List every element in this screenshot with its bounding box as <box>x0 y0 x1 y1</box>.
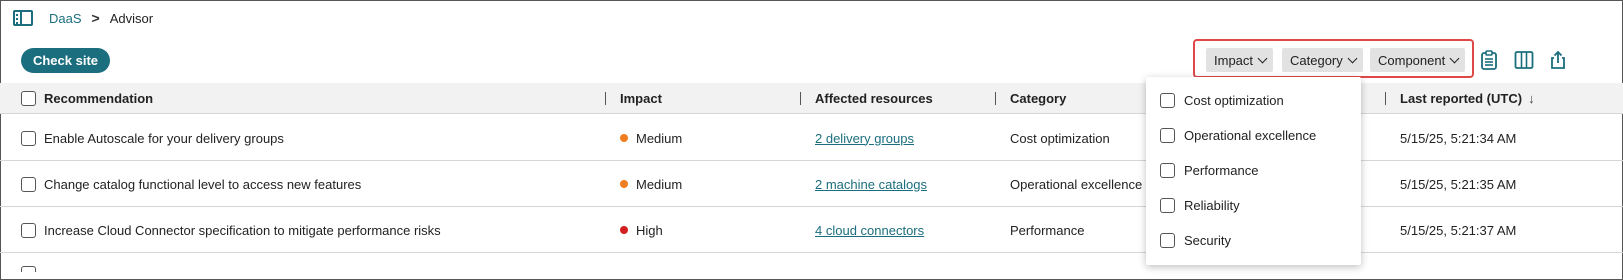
category-option-reliability[interactable]: Reliability <box>1160 195 1240 215</box>
table-row[interactable]: Enable Autoscale for your delivery group… <box>0 115 1623 161</box>
option-checkbox[interactable] <box>1160 92 1175 108</box>
breadcrumb-chevron-icon: > <box>91 10 100 26</box>
chevron-down-icon <box>1347 53 1358 63</box>
last-reported-cell: 5/15/25, 5:21:37 AM <box>1400 222 1517 238</box>
affected-cell: 4 cloud connectors <box>815 207 924 253</box>
header-category[interactable]: Category <box>1010 83 1066 114</box>
recommendation-cell: Increase Cloud Connector specification t… <box>44 222 441 238</box>
row-checkbox-cell <box>21 115 36 161</box>
impact-cell: High <box>620 207 663 253</box>
table-row[interactable]: Change catalog functional level to acces… <box>0 161 1623 207</box>
impact-filter-label: Impact <box>1214 52 1254 68</box>
category-dropdown-menu: Cost optimization Operational excellence… <box>1146 77 1361 265</box>
option-label: Operational excellence <box>1184 127 1317 143</box>
category-option-performance[interactable]: Performance <box>1160 160 1258 180</box>
impact-text: Medium <box>636 176 683 192</box>
select-all-cell <box>21 83 36 114</box>
option-checkbox[interactable] <box>1160 197 1175 213</box>
column-resize-handle[interactable] <box>800 92 801 105</box>
category-option-operational-excellence[interactable]: Operational excellence <box>1160 125 1316 145</box>
header-last-reported-label: Last reported (UTC) <box>1400 91 1523 106</box>
check-site-button[interactable]: Check site <box>21 48 110 73</box>
option-checkbox[interactable] <box>1160 162 1175 178</box>
option-label: Reliability <box>1184 197 1240 213</box>
affected-resources-link[interactable]: 4 cloud connectors <box>815 223 924 238</box>
last-reported-cell: 5/15/25, 5:21:35 AM <box>1400 176 1517 192</box>
breadcrumb-daas-link[interactable]: DaaS <box>49 11 82 26</box>
sidebar-toggle-icon[interactable] <box>13 10 33 26</box>
category-cell: Operational excellence <box>1010 176 1143 192</box>
impact-text: High <box>636 222 663 238</box>
row-checkbox-cell <box>21 161 36 207</box>
table-header: Recommendation Impact Affected resources… <box>0 83 1623 114</box>
impact-cell: Medium <box>620 161 682 207</box>
export-icon[interactable] <box>1550 50 1566 70</box>
option-checkbox[interactable] <box>1160 127 1175 143</box>
header-affected-resources[interactable]: Affected resources <box>815 83 933 114</box>
option-label: Performance <box>1184 162 1259 178</box>
sort-down-icon[interactable]: ↓ <box>1528 91 1535 106</box>
select-all-checkbox[interactable] <box>21 91 36 106</box>
column-resize-handle[interactable] <box>605 92 606 105</box>
column-resize-handle[interactable] <box>995 92 996 105</box>
impact-cell: Medium <box>620 115 682 161</box>
category-filter-label: Category <box>1290 52 1343 68</box>
impact-text: Medium <box>636 130 683 146</box>
row-checkbox[interactable] <box>21 176 36 192</box>
impact-high-dot-icon <box>620 226 628 234</box>
column-resize-handle[interactable] <box>1385 92 1386 105</box>
impact-filter[interactable]: Impact <box>1206 48 1274 72</box>
option-label: Security <box>1184 232 1231 248</box>
last-reported-cell: 5/15/25, 5:21:34 AM <box>1400 130 1517 146</box>
header-impact[interactable]: Impact <box>620 83 662 114</box>
component-filter-label: Component <box>1378 52 1446 68</box>
row-checkbox[interactable] <box>21 130 36 146</box>
row-checkbox[interactable] <box>21 222 36 238</box>
affected-cell: 2 machine catalogs <box>815 161 927 207</box>
category-cell: Performance <box>1010 222 1085 238</box>
option-checkbox[interactable] <box>1160 232 1175 248</box>
affected-cell: 2 delivery groups <box>815 115 914 161</box>
table-row[interactable]: Increase Cloud Connector specification t… <box>0 207 1623 253</box>
clipboard-icon[interactable] <box>1480 50 1498 70</box>
impact-medium-dot-icon <box>620 180 628 188</box>
affected-resources-link[interactable]: 2 delivery groups <box>815 131 914 146</box>
affected-resources-link[interactable]: 2 machine catalogs <box>815 177 927 192</box>
category-cell: Cost optimization <box>1010 130 1110 146</box>
row-checkbox-cell <box>21 207 36 253</box>
header-last-reported[interactable]: Last reported (UTC) ↓ <box>1400 83 1535 114</box>
component-filter[interactable]: Component <box>1370 48 1466 72</box>
category-option-security[interactable]: Security <box>1160 230 1231 250</box>
columns-icon[interactable] <box>1514 50 1534 70</box>
breadcrumb-current: Advisor <box>109 10 154 26</box>
chevron-down-icon <box>1449 53 1460 63</box>
breadcrumb: DaaS > Advisor <box>13 8 153 28</box>
category-filter[interactable]: Category <box>1282 48 1363 72</box>
recommendation-cell: Enable Autoscale for your delivery group… <box>44 130 284 146</box>
chevron-down-icon <box>1257 53 1268 63</box>
category-option-cost-optimization[interactable]: Cost optimization <box>1160 90 1284 110</box>
header-recommendation[interactable]: Recommendation <box>44 83 153 114</box>
option-label: Cost optimization <box>1184 92 1284 108</box>
recommendation-cell: Change catalog functional level to acces… <box>44 176 362 192</box>
row-checkbox[interactable] <box>21 266 36 272</box>
impact-medium-dot-icon <box>620 134 628 142</box>
